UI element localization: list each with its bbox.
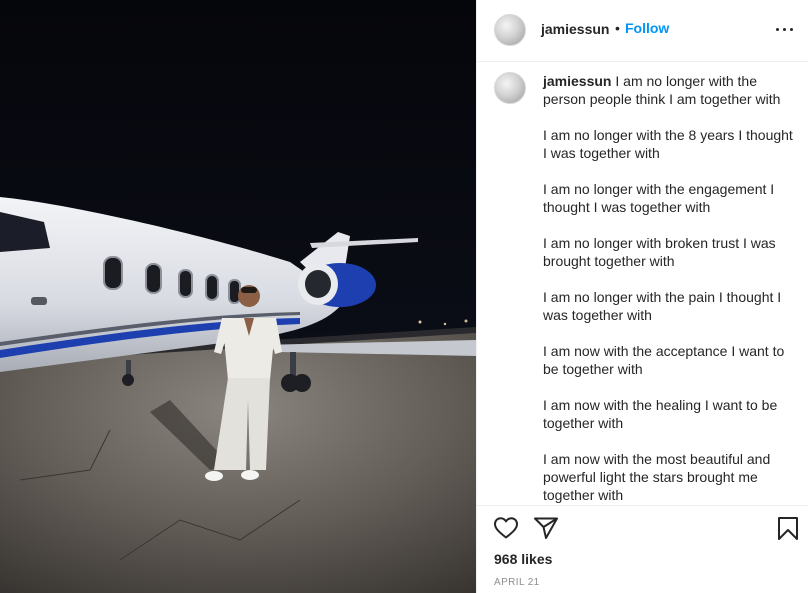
caption-paragraph: I am now with the most beautiful and pow… [543, 451, 771, 503]
caption-paragraph: I am no longer with the pain I thought I… [543, 289, 782, 323]
more-options-icon[interactable] [775, 21, 795, 37]
caption-paragraph: jamiessun I am no longer with the person… [543, 72, 799, 108]
jet-photo-illustration [0, 0, 476, 593]
caption-author-username[interactable]: jamiessun [543, 73, 611, 89]
post-date[interactable]: APRIL 21 [494, 577, 540, 588]
caption-paragraph: I am now with the acceptance I want to b… [543, 343, 785, 377]
likes-count[interactable]: 968 likes [494, 551, 552, 567]
heart-icon[interactable] [493, 516, 519, 540]
caption-paragraph: I am no longer with broken trust I was b… [543, 235, 776, 269]
caption-paragraph: I am no longer with the 8 years I though… [543, 127, 793, 161]
post-caption: jamiessun I am no longer with the person… [543, 72, 799, 505]
caption-paragraph: I am now with the healing I want to be t… [543, 397, 778, 431]
author-username[interactable]: jamiessun [541, 21, 609, 37]
post-header: jamiessun • Follow [477, 0, 808, 62]
caption-author-avatar[interactable] [494, 72, 526, 104]
post-side-panel: jamiessun • Follow jamiessun I am no lon… [476, 0, 808, 593]
caption-paragraph: I am no longer with the engagement I tho… [543, 181, 775, 215]
bookmark-icon[interactable] [777, 516, 799, 542]
author-avatar[interactable] [494, 14, 526, 46]
separator-dot: • [615, 20, 620, 36]
comments-section[interactable]: jamiessun I am no longer with the person… [477, 63, 808, 505]
follow-button[interactable]: Follow [625, 20, 669, 36]
post-actions: 968 likes APRIL 21 [477, 505, 808, 593]
paper-plane-icon[interactable] [533, 516, 559, 540]
post-photo[interactable] [0, 0, 476, 593]
